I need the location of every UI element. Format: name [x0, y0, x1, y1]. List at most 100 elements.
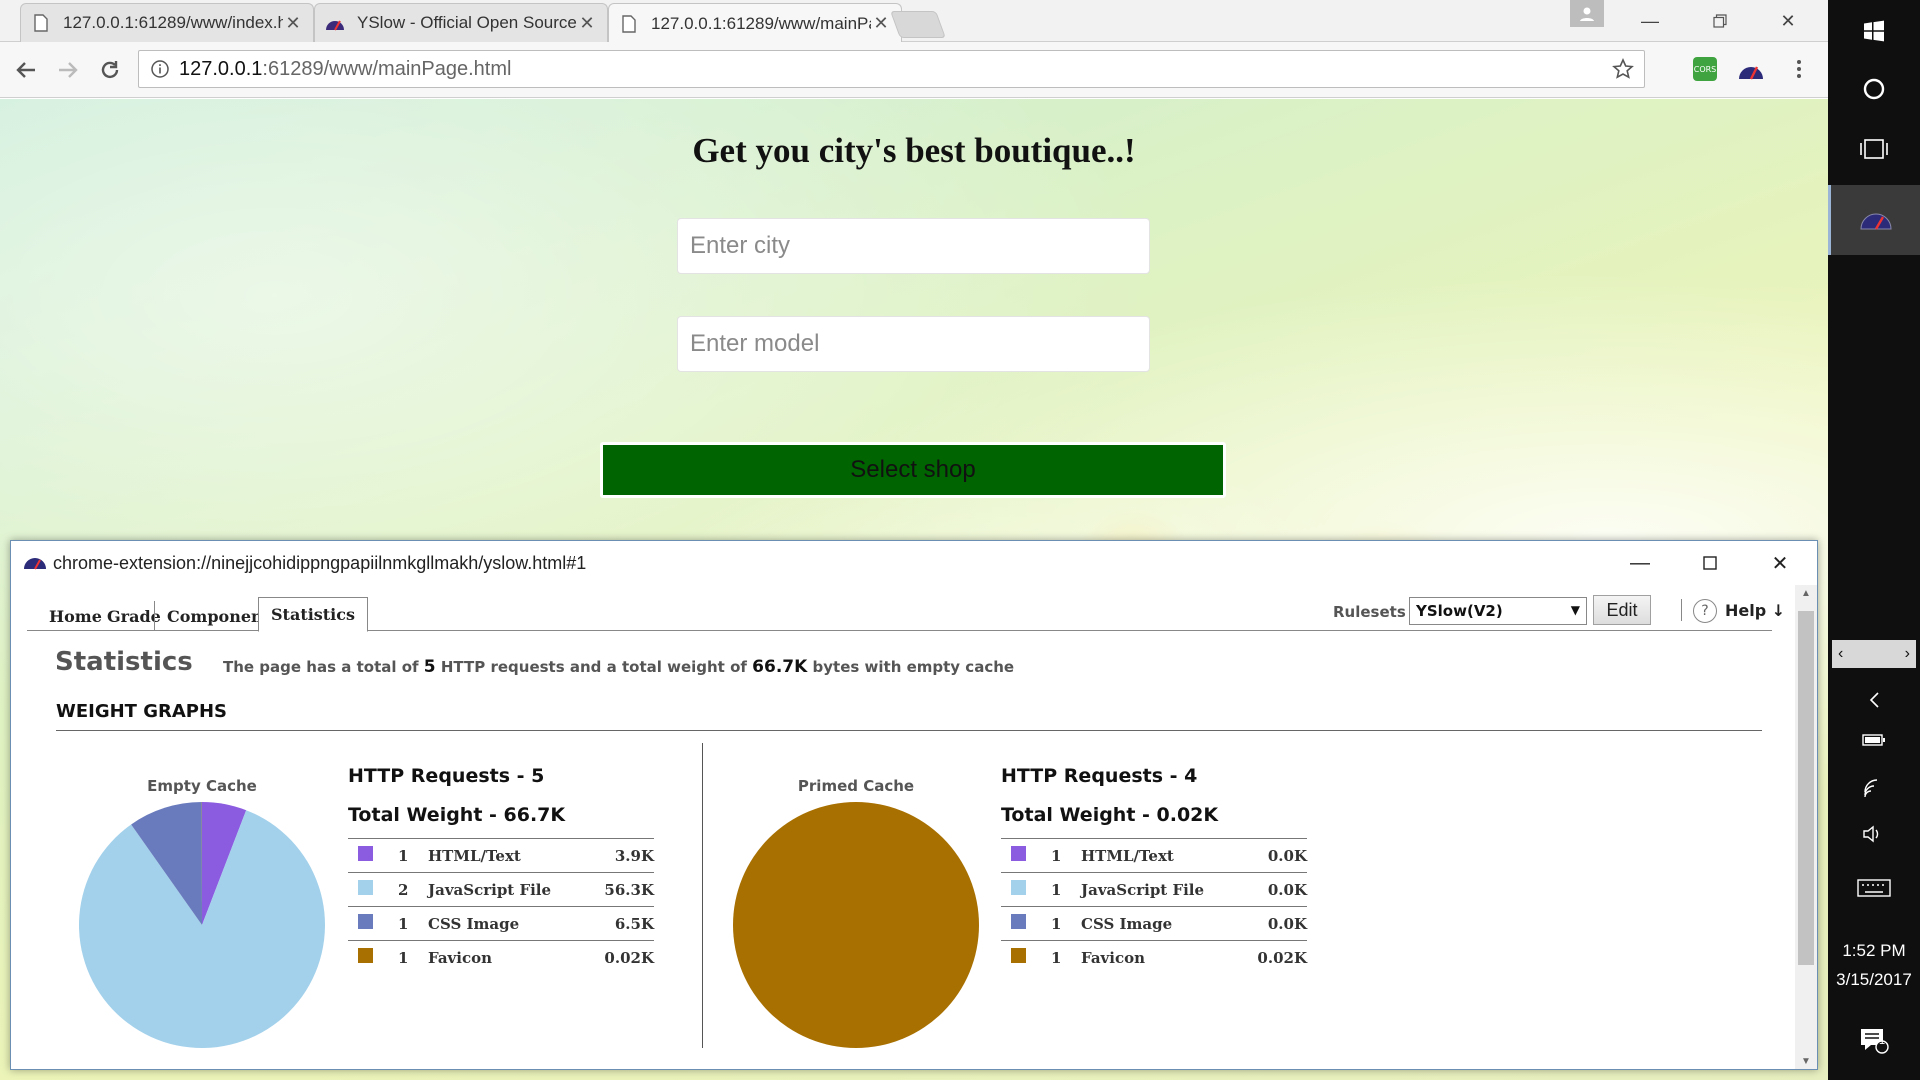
- rulesets-label: Rulesets: [1333, 603, 1406, 621]
- table-row: 1 JavaScript File 0.0K: [1001, 872, 1307, 907]
- empty-weight-heading: Total Weight - 66.7K: [348, 804, 566, 826]
- select-shop-button[interactable]: Select shop: [600, 442, 1226, 498]
- url-host: 127.0.0.1: [179, 57, 263, 80]
- forward-icon[interactable]: [50, 52, 86, 88]
- help-icon[interactable]: ?: [1693, 599, 1717, 623]
- keyboard-icon[interactable]: [1828, 868, 1920, 908]
- address-bar[interactable]: 127.0.0.1:61289/www/mainPage.html: [138, 50, 1645, 88]
- action-center-icon[interactable]: 1: [1828, 1018, 1920, 1064]
- table-row: 2 JavaScript File 56.3K: [348, 872, 654, 907]
- city-input[interactable]: Enter city: [677, 218, 1150, 274]
- tab-statistics[interactable]: Statistics: [258, 597, 369, 632]
- row-value: 56.3K: [589, 872, 654, 907]
- scrollbar-thumb[interactable]: [1798, 611, 1814, 965]
- tab-title: 127.0.0.1:61289/www/mainPage.html: [651, 13, 871, 33]
- row-label: HTML/Text: [418, 838, 590, 873]
- row-label: CSS Image: [1071, 906, 1243, 941]
- windows-start-icon[interactable]: [1828, 8, 1920, 54]
- tray-scroll[interactable]: ‹ ›: [1832, 640, 1916, 668]
- profile-icon[interactable]: [1570, 0, 1604, 27]
- close-window-icon[interactable]: ✕: [1758, 0, 1818, 42]
- row-count: 1: [398, 838, 418, 873]
- row-count: 1: [1051, 838, 1071, 873]
- row-label: HTML/Text: [1071, 838, 1243, 873]
- maximize-icon[interactable]: [1675, 541, 1745, 585]
- empty-cache-table: 1 HTML/Text 3.9K 2 JavaScript File 56.3K…: [348, 838, 654, 975]
- minimize-icon[interactable]: —: [1605, 541, 1675, 585]
- minimize-icon[interactable]: —: [1620, 0, 1680, 42]
- ruleset-select[interactable]: YSlow(V2) ▼: [1409, 597, 1587, 625]
- battery-icon[interactable]: [1828, 722, 1920, 758]
- yslow-titlebar: chrome-extension://ninejjcohidippngpapii…: [11, 541, 1817, 585]
- clock-date[interactable]: 3/15/2017: [1828, 970, 1920, 990]
- help-link[interactable]: Help ↓: [1725, 601, 1785, 620]
- taskbar-yslow-app[interactable]: [1828, 185, 1920, 255]
- volume-icon[interactable]: [1828, 814, 1920, 854]
- bookmark-star-icon[interactable]: [1612, 58, 1634, 86]
- browser-tab-2[interactable]: YSlow - Official Open Source Project ✕: [314, 3, 608, 42]
- edit-button[interactable]: Edit: [1593, 595, 1651, 625]
- row-label: Favicon: [1071, 940, 1243, 975]
- primed-requests-heading: HTTP Requests - 4: [1001, 765, 1198, 787]
- row-count: 1: [1051, 940, 1071, 975]
- chevron-right-icon[interactable]: ›: [1905, 645, 1910, 663]
- cortana-icon[interactable]: [1828, 66, 1920, 112]
- row-count: 1: [398, 940, 418, 975]
- yslow-window-title: chrome-extension://ninejjcohidippngpapii…: [53, 552, 587, 573]
- reload-icon[interactable]: [92, 52, 128, 88]
- graph-divider: [702, 743, 703, 1048]
- windows-taskbar: ‹ › 1:52 PM 3/15/2017 1: [1828, 0, 1920, 1080]
- pie-slice-favicon: [733, 802, 979, 1048]
- primed-cache-table: 1 HTML/Text 0.0K 1 JavaScript File 0.0K …: [1001, 838, 1307, 975]
- chevron-left-icon[interactable]: ‹: [1838, 645, 1843, 663]
- close-tab-icon[interactable]: ✕: [871, 13, 891, 34]
- new-tab-button[interactable]: [890, 11, 946, 38]
- page-icon: [619, 14, 639, 34]
- cors-extension-icon[interactable]: CORS: [1692, 56, 1718, 82]
- scroll-up-icon[interactable]: ▲: [1795, 585, 1817, 603]
- yslow-scrollbar[interactable]: ▲ ▼: [1795, 585, 1817, 1069]
- restore-icon[interactable]: [1690, 0, 1750, 42]
- scroll-down-icon[interactable]: ▼: [1795, 1053, 1817, 1069]
- statistics-summary: The page has a total of 5 HTTP requests …: [223, 657, 1014, 677]
- yslow-content: Home Grade Components Statistics Ruleset…: [11, 585, 1797, 1069]
- menu-icon[interactable]: [1786, 56, 1812, 82]
- row-label: JavaScript File: [418, 872, 590, 907]
- tab-title: 127.0.0.1:61289/www/index.html: [63, 13, 283, 32]
- row-label: Favicon: [418, 940, 590, 975]
- notification-count: 1: [1879, 1035, 1886, 1047]
- page-headline: Get you city's best boutique..!: [692, 131, 1136, 170]
- clock-time[interactable]: 1:52 PM: [1828, 941, 1920, 961]
- row-label: CSS Image: [418, 906, 590, 941]
- browser-tab-3[interactable]: 127.0.0.1:61289/www/mainPage.html ✕: [608, 3, 902, 43]
- close-tab-icon[interactable]: ✕: [577, 13, 597, 34]
- yslow-window: chrome-extension://ninejjcohidippngpapii…: [10, 540, 1818, 1070]
- table-row: 1 HTML/Text 0.0K: [1001, 838, 1307, 873]
- table-row: 1 CSS Image 0.0K: [1001, 906, 1307, 941]
- legend-swatch: [1011, 880, 1026, 895]
- svg-text:CORS: CORS: [1694, 65, 1717, 74]
- browser-tab-1[interactable]: 127.0.0.1:61289/www/index.html ✕: [20, 3, 314, 42]
- row-value: 0.02K: [1242, 940, 1307, 975]
- url-path: :61289/www/mainPage.html: [262, 57, 512, 80]
- show-hidden-icons[interactable]: [1828, 680, 1920, 720]
- empty-cache-caption: Empty Cache: [147, 777, 257, 795]
- legend-swatch: [358, 948, 373, 964]
- empty-cache-pie-chart: [78, 802, 325, 1048]
- summary-text: HTTP requests and a total weight of: [440, 658, 747, 676]
- row-value: 0.0K: [1242, 838, 1307, 873]
- task-view-icon[interactable]: [1828, 126, 1920, 172]
- row-count: 2: [398, 872, 418, 907]
- legend-swatch: [358, 880, 373, 895]
- yslow-extension-icon[interactable]: [1738, 56, 1764, 82]
- close-tab-icon[interactable]: ✕: [283, 13, 303, 34]
- legend-swatch: [1011, 846, 1026, 861]
- back-icon[interactable]: [8, 52, 44, 88]
- legend-swatch: [358, 846, 373, 861]
- table-row: 1 Favicon 0.02K: [1001, 940, 1307, 975]
- info-icon[interactable]: [151, 60, 169, 78]
- wifi-icon[interactable]: [1828, 768, 1920, 808]
- close-icon[interactable]: ✕: [1745, 541, 1815, 585]
- model-input[interactable]: Enter model: [677, 316, 1150, 372]
- summary-weight: 66.7K: [752, 657, 808, 677]
